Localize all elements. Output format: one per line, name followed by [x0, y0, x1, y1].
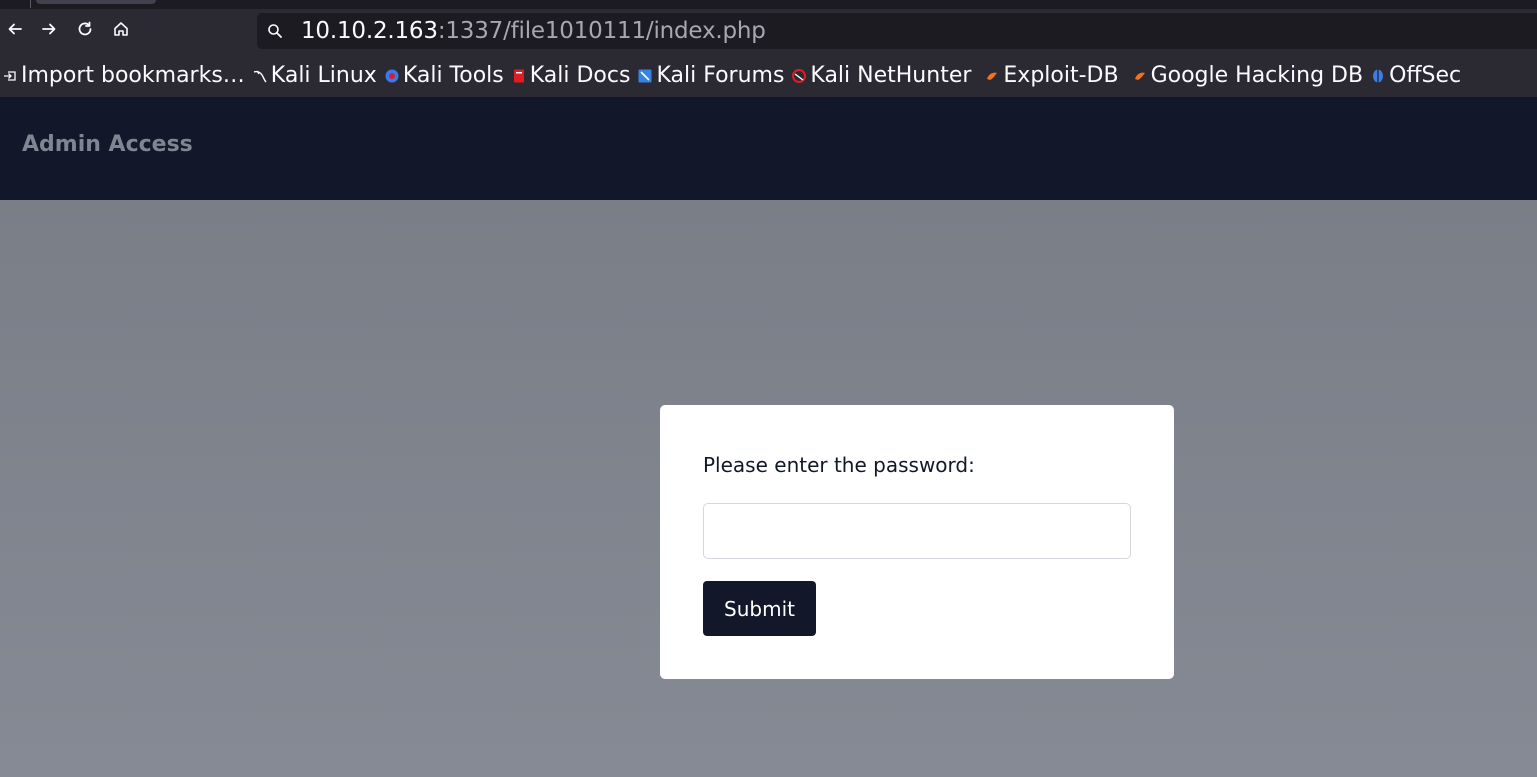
- bookmark-kali-nethunter[interactable]: Kali NetHunter: [789, 59, 976, 93]
- bookmark-label: Kali NetHunter: [810, 63, 972, 88]
- page-title[interactable]: Admin Access: [22, 132, 193, 157]
- bookmark-label: OffSec: [1389, 63, 1462, 88]
- bookmark-label: Kali Docs: [529, 63, 631, 88]
- bookmark-exploit-db[interactable]: Exploit-DB: [982, 59, 1123, 93]
- url-path: :1337/file1010111/index.php: [437, 18, 766, 44]
- address-bar[interactable]: 10.10.2.163:1337/file1010111/index.php: [257, 13, 1537, 49]
- reload-icon: [76, 20, 94, 42]
- navigation-toolbar: 10.10.2.163:1337/file1010111/index.php: [0, 9, 1537, 54]
- bookmark-kali-tools[interactable]: Kali Tools: [382, 59, 509, 93]
- bookmark-kali-linux[interactable]: Kali Linux: [250, 59, 382, 93]
- login-card: Please enter the password: Submit: [660, 405, 1174, 679]
- arrow-left-icon: [6, 20, 24, 42]
- bookmark-import[interactable]: Import bookmarks…: [0, 59, 250, 93]
- reload-button[interactable]: [70, 15, 100, 47]
- page-header: Admin Access: [0, 97, 1537, 200]
- offsec-icon: [1371, 69, 1385, 83]
- url-text[interactable]: 10.10.2.163:1337/file1010111/index.php: [301, 18, 766, 44]
- bookmark-label: Exploit-DB: [1003, 63, 1119, 88]
- kali-forums-icon: [638, 69, 652, 83]
- search-icon: [267, 23, 283, 39]
- bookmark-label: Google Hacking DB: [1150, 63, 1364, 88]
- bookmark-offsec[interactable]: OffSec: [1368, 59, 1466, 93]
- kali-tools-icon: [385, 69, 399, 83]
- password-input[interactable]: [703, 503, 1131, 559]
- kali-docs-icon: [512, 69, 526, 83]
- import-icon: [3, 69, 17, 83]
- bookmark-label: Kali Forums: [656, 63, 785, 88]
- password-label: Please enter the password:: [703, 453, 975, 477]
- arrow-right-icon: [40, 20, 58, 42]
- bookmark-label: Import bookmarks…: [21, 63, 245, 88]
- bookmark-label: Kali Linux: [270, 63, 377, 88]
- home-icon: [112, 20, 130, 42]
- exploit-db-icon: [985, 69, 999, 83]
- bookmarks-toolbar: Import bookmarks… Kali Linux Kali Tools …: [0, 54, 1537, 97]
- kali-dragon-icon: [253, 69, 267, 83]
- submit-button[interactable]: Submit: [703, 581, 816, 636]
- tab-separator: [30, 0, 31, 8]
- url-host: 10.10.2.163: [301, 18, 438, 44]
- bookmark-google-hacking-db[interactable]: Google Hacking DB: [1130, 59, 1368, 93]
- bookmark-label: Kali Tools: [402, 63, 504, 88]
- home-button[interactable]: [106, 15, 136, 47]
- bookmark-kali-docs[interactable]: Kali Docs: [509, 59, 636, 93]
- active-tab[interactable]: [36, 0, 156, 4]
- bookmark-kali-forums[interactable]: Kali Forums: [635, 59, 789, 93]
- tab-strip: [0, 0, 1537, 9]
- forward-button[interactable]: [34, 15, 64, 47]
- nethunter-icon: [792, 68, 807, 83]
- back-button[interactable]: [0, 15, 30, 47]
- ghdb-icon: [1133, 69, 1147, 83]
